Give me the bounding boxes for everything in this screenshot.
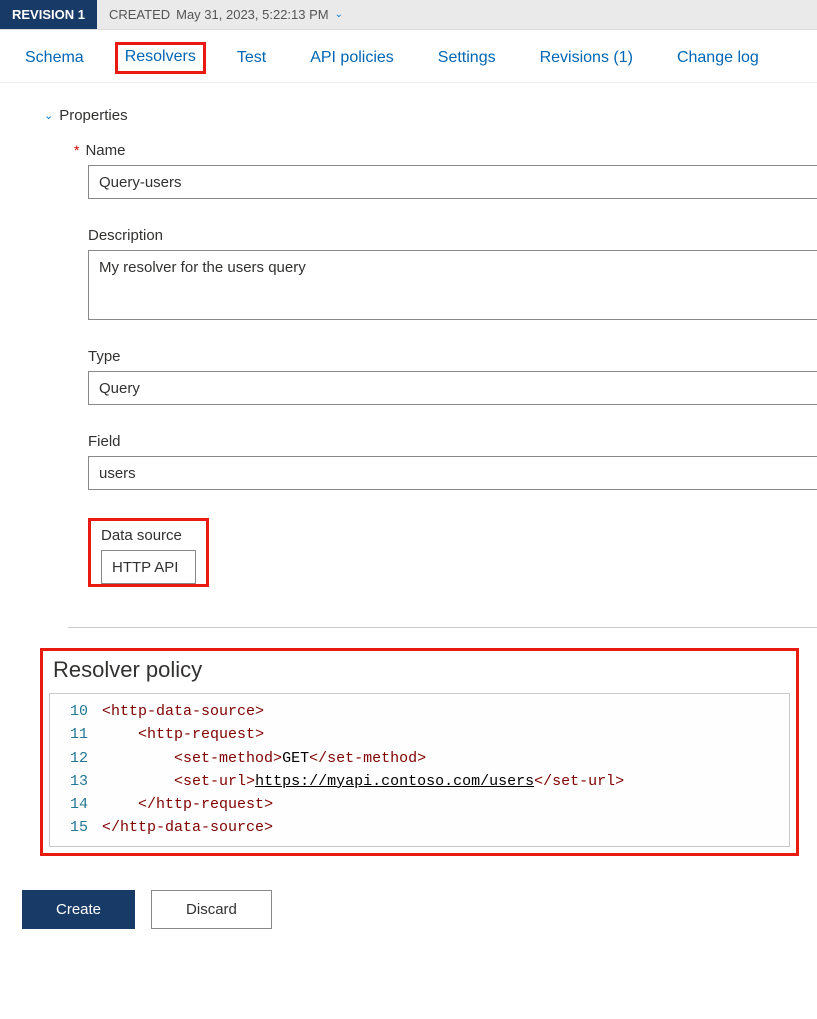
code-content: <set-url>https://myapi.contoso.com/users… bbox=[102, 770, 624, 793]
created-label: CREATED bbox=[109, 7, 170, 22]
chevron-down-icon: ⌄ bbox=[44, 109, 53, 122]
code-content: <http-request> bbox=[102, 723, 264, 746]
line-number: 13 bbox=[50, 770, 102, 793]
line-number: 12 bbox=[50, 747, 102, 770]
revision-created[interactable]: CREATED May 31, 2023, 5:22:13 PM ⌄ bbox=[97, 7, 355, 22]
data-source-select[interactable]: HTTP API bbox=[101, 550, 196, 584]
form-group-name: * Name Query-users bbox=[88, 142, 817, 199]
resolver-policy-editor[interactable]: 10<http-data-source>11 <http-request>12 … bbox=[49, 693, 790, 847]
code-line: 11 <http-request> bbox=[50, 723, 789, 746]
button-row: Create Discard bbox=[22, 890, 817, 929]
tab-bar: Schema Resolvers Test API policies Setti… bbox=[0, 30, 817, 83]
required-icon: * bbox=[74, 142, 79, 158]
type-label: Type bbox=[88, 348, 121, 365]
line-number: 14 bbox=[50, 793, 102, 816]
code-content: <set-method>GET</set-method> bbox=[102, 747, 426, 770]
chevron-down-icon: ⌄ bbox=[335, 9, 343, 20]
field-select[interactable]: users bbox=[88, 456, 817, 490]
line-number: 11 bbox=[50, 723, 102, 746]
form-group-data-source: Data source HTTP API bbox=[22, 518, 817, 587]
revision-bar: REVISION 1 CREATED May 31, 2023, 5:22:13… bbox=[0, 0, 817, 30]
resolver-policy-section: Resolver policy 10<http-data-source>11 <… bbox=[40, 648, 799, 856]
line-number: 10 bbox=[50, 700, 102, 723]
form-group-field: Field users bbox=[88, 433, 817, 490]
resolver-policy-title: Resolver policy bbox=[53, 657, 790, 683]
create-button[interactable]: Create bbox=[22, 890, 135, 929]
name-label: Name bbox=[85, 142, 125, 159]
section-title: Properties bbox=[59, 107, 127, 124]
code-content: </http-data-source> bbox=[102, 816, 273, 839]
code-content: <http-data-source> bbox=[102, 700, 264, 723]
code-content: </http-request> bbox=[102, 793, 273, 816]
tab-settings[interactable]: Settings bbox=[435, 48, 499, 68]
section-properties[interactable]: ⌄ Properties bbox=[22, 107, 817, 124]
revision-badge: REVISION 1 bbox=[0, 0, 97, 29]
created-timestamp: May 31, 2023, 5:22:13 PM bbox=[176, 7, 328, 22]
code-line: 13 <set-url>https://myapi.contoso.com/us… bbox=[50, 770, 789, 793]
discard-button[interactable]: Discard bbox=[151, 890, 272, 929]
name-input[interactable]: Query-users bbox=[88, 165, 817, 199]
description-label: Description bbox=[88, 227, 163, 244]
code-line: 10<http-data-source> bbox=[50, 700, 789, 723]
description-input[interactable]: My resolver for the users query bbox=[88, 250, 817, 320]
form-group-type: Type Query bbox=[88, 348, 817, 405]
tab-revisions[interactable]: Revisions (1) bbox=[537, 48, 636, 68]
section-divider bbox=[68, 627, 817, 628]
tab-resolvers[interactable]: Resolvers bbox=[115, 42, 206, 74]
line-number: 15 bbox=[50, 816, 102, 839]
content-area: ⌄ Properties * Name Query-users Descript… bbox=[0, 83, 817, 856]
data-source-label: Data source bbox=[101, 527, 196, 544]
tab-change-log[interactable]: Change log bbox=[674, 48, 762, 68]
tab-test[interactable]: Test bbox=[234, 48, 269, 68]
code-line: 15</http-data-source> bbox=[50, 816, 789, 839]
type-select[interactable]: Query bbox=[88, 371, 817, 405]
form-group-description: Description My resolver for the users qu… bbox=[88, 227, 817, 320]
tab-schema[interactable]: Schema bbox=[22, 48, 87, 68]
tab-api-policies[interactable]: API policies bbox=[307, 48, 397, 68]
field-label: Field bbox=[88, 433, 121, 450]
code-line: 14 </http-request> bbox=[50, 793, 789, 816]
code-line: 12 <set-method>GET</set-method> bbox=[50, 747, 789, 770]
